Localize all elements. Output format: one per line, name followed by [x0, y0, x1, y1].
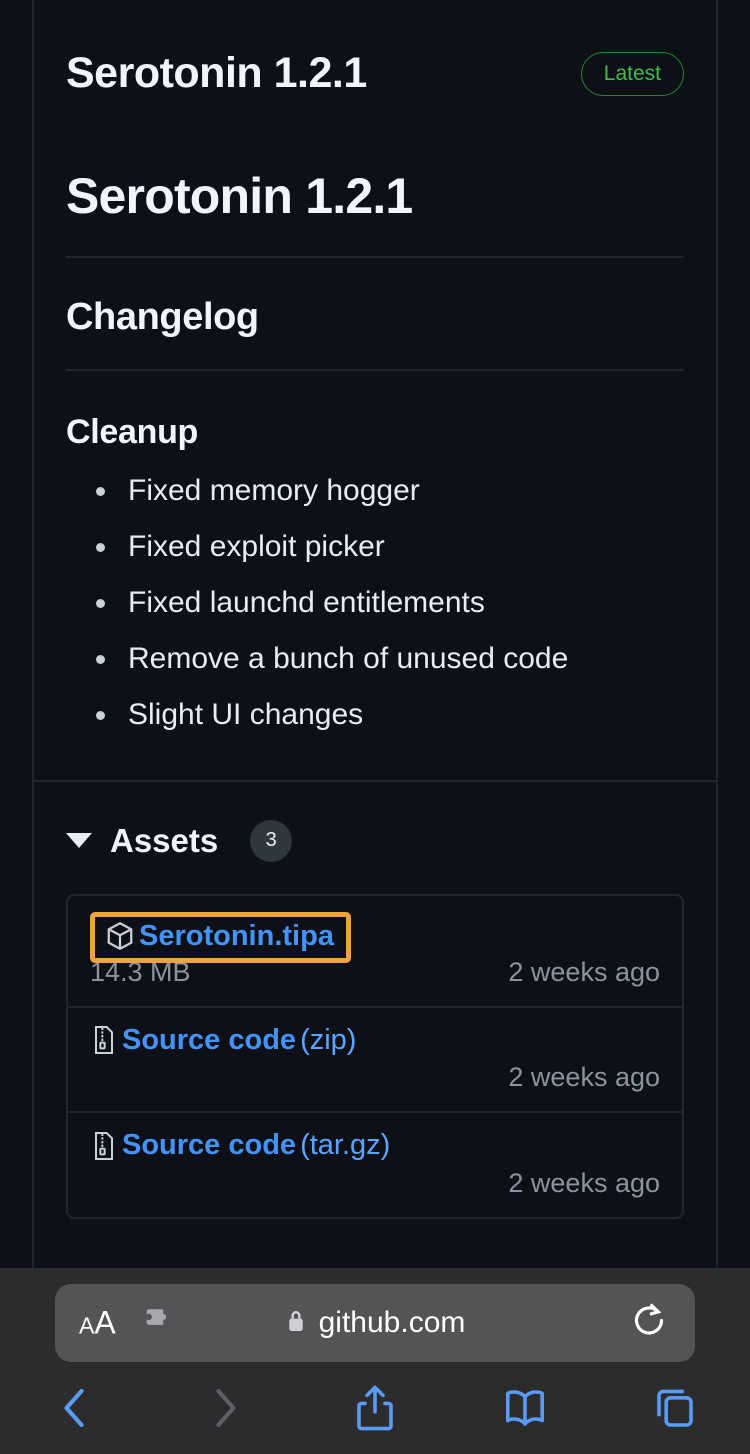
back-button[interactable] [0, 1385, 150, 1431]
list-item: Slight UI changes [66, 699, 684, 730]
share-button[interactable] [300, 1383, 450, 1433]
asset-name: Source code [122, 1023, 297, 1056]
safari-browser-window: Serotonin 1.2.1 Latest Serotonin 1.2.1 C… [0, 0, 750, 1454]
asset-meta: 2 weeks ago [90, 1168, 660, 1199]
lock-icon [285, 1308, 307, 1339]
release-page-title: Serotonin 1.2.1 [66, 168, 413, 224]
asset-timestamp: 2 weeks ago [508, 1062, 660, 1092]
asset-timestamp: 2 weeks ago [508, 1167, 660, 1198]
assets-table: Serotonin.tipa 14.3 MB 2 weeks ago Sourc… [66, 893, 684, 1219]
release-header: Serotonin 1.2.1 Latest [34, 0, 716, 120]
bookmarks-button[interactable] [450, 1385, 600, 1431]
assets-header[interactable]: Assets 3 [34, 782, 716, 862]
asset-timestamp: 2 weeks ago [508, 956, 660, 987]
changelog-list: Fixed memory hogger Fixed exploit picker… [34, 452, 716, 730]
browser-toolbar [0, 1362, 750, 1454]
safari-chrome: AA github.com [0, 1268, 750, 1454]
table-row[interactable]: Source code (tar.gz) 2 weeks ago [68, 1113, 682, 1217]
asset-meta: 2 weeks ago [90, 1062, 660, 1093]
web-page-content: Serotonin 1.2.1 Latest Serotonin 1.2.1 C… [0, 0, 750, 1268]
cleanup-heading: Cleanup [66, 412, 199, 451]
latest-badge: Latest [580, 52, 684, 96]
changelog-heading: Changelog [66, 295, 259, 338]
asset-ext: (tar.gz) [300, 1129, 391, 1161]
forward-button[interactable] [150, 1385, 300, 1431]
table-row[interactable]: Serotonin.tipa 14.3 MB 2 weeks ago [68, 896, 682, 1008]
asset-ext: (zip) [300, 1023, 357, 1056]
asset-name: Source code [122, 1129, 297, 1161]
tabs-button[interactable] [600, 1385, 750, 1431]
address-bar[interactable]: AA github.com [55, 1284, 695, 1362]
list-item: Fixed exploit picker [66, 531, 684, 562]
release-column: Serotonin 1.2.1 Latest Serotonin 1.2.1 C… [32, 0, 718, 1268]
url-display[interactable]: github.com [55, 1306, 695, 1340]
table-row[interactable]: Source code (zip) 2 weeks ago [68, 1008, 682, 1113]
release-header-title: Serotonin 1.2.1 [66, 49, 367, 98]
list-item: Fixed launchd entitlements [66, 587, 684, 618]
asset-link-tipa[interactable]: Serotonin.tipa [90, 911, 351, 963]
file-zip-icon [90, 1025, 118, 1055]
asset-link-source-targz[interactable]: Source code (tar.gz) [90, 1129, 390, 1162]
assets-count-badge: 3 [250, 819, 293, 862]
asset-link-source-zip[interactable]: Source code (zip) [90, 1024, 356, 1057]
url-text: github.com [318, 1306, 466, 1339]
package-icon [105, 921, 135, 951]
list-item: Remove a bunch of unused code [66, 643, 684, 674]
list-item: Fixed memory hogger [66, 475, 684, 506]
chevron-down-icon[interactable] [66, 833, 92, 848]
assets-label: Assets [110, 821, 219, 859]
asset-name: Serotonin.tipa [139, 919, 334, 952]
file-zip-icon [90, 1131, 118, 1161]
reload-icon[interactable] [629, 1301, 669, 1346]
